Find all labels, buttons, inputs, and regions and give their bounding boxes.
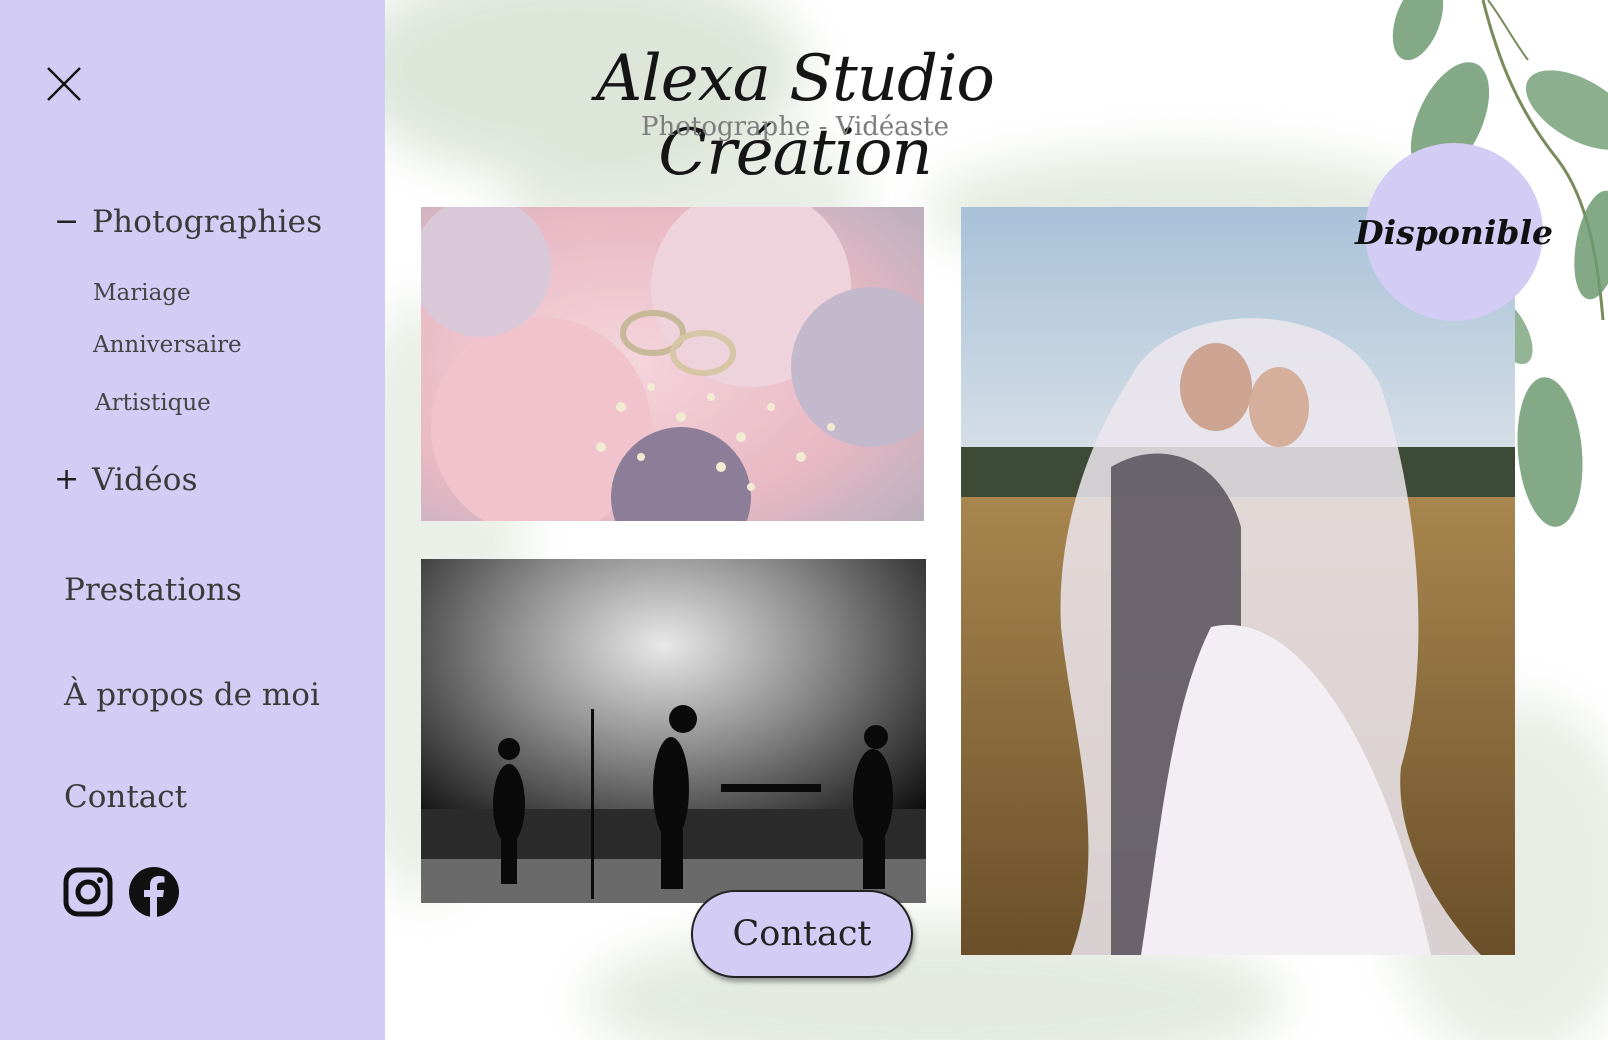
nav-link-prestations[interactable]: Prestations [64, 572, 242, 608]
instagram-icon[interactable] [62, 866, 114, 918]
nav-section-videos[interactable]: + Vidéos [54, 462, 198, 498]
concert-photo[interactable] [421, 559, 926, 903]
social-links [62, 866, 180, 918]
sub-item-mariage[interactable]: Mariage [93, 280, 191, 306]
nav-link-contact[interactable]: Contact [64, 779, 187, 815]
close-icon[interactable] [44, 64, 84, 104]
sidebar-menu: − Photographies Mariage Anniversaire Art… [0, 0, 385, 1040]
nav-section-label: Photographies [92, 204, 323, 240]
contact-button[interactable]: Contact [691, 890, 913, 978]
plus-icon[interactable]: + [54, 465, 82, 495]
wedding-rings-photo[interactable] [421, 207, 924, 521]
minus-icon[interactable]: − [54, 207, 82, 237]
sub-item-anniversaire[interactable]: Anniversaire [93, 332, 242, 358]
site-subtitle: Photographe - Vidéaste [640, 112, 949, 142]
availability-badge: Disponible [1355, 143, 1553, 321]
main-content: Alexa Studio Création Photographe - Vidé… [385, 0, 1608, 1040]
nav-link-a-propos[interactable]: À propos de moi [64, 677, 320, 713]
facebook-icon[interactable] [128, 866, 180, 918]
nav-section-photographies[interactable]: − Photographies [54, 204, 322, 240]
nav-section-label: Vidéos [92, 462, 198, 498]
wedding-couple-photo[interactable] [961, 207, 1515, 955]
sub-item-artistique[interactable]: Artistique [95, 390, 211, 416]
